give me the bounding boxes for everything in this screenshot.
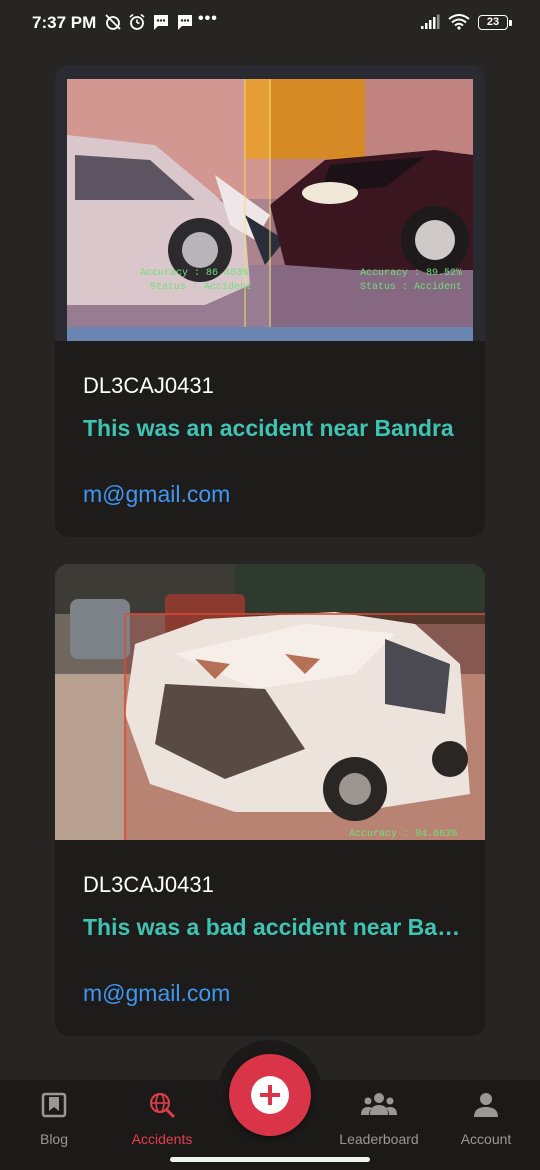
notification-icons: •••	[104, 10, 218, 31]
add-accident-button[interactable]	[229, 1054, 311, 1136]
overlay-accuracy: Accuracy : 94.663%	[349, 829, 457, 840]
accident-card[interactable]: Accuracy : 94.663% DL3CAJ0431 This was a…	[55, 564, 485, 1036]
more-notifications-icon: •••	[198, 10, 218, 27]
overlay-left-status: Status : Accident	[150, 281, 252, 293]
nav-item-account[interactable]: Account	[432, 1080, 540, 1152]
accident-photo: Accuracy : 86.483% Status : Accident Acc…	[55, 65, 485, 341]
alarm-icon	[129, 13, 145, 30]
nav-label: Account	[460, 1131, 512, 1147]
status-bar: 7:37 PM ••• 23	[0, 0, 540, 48]
wifi-icon	[448, 14, 470, 30]
alarm-off-icon	[105, 14, 121, 30]
person-icon	[474, 1093, 498, 1117]
accident-description: This was a bad accident near Bandra	[83, 914, 463, 940]
nav-item-accidents[interactable]: Accidents	[108, 1080, 216, 1152]
system-icons: 23	[420, 14, 512, 30]
overlay-right-accuracy: Accuracy : 89.52%	[360, 268, 462, 279]
group-icon	[361, 1093, 397, 1115]
vehicle-plate: DL3CAJ0431	[83, 872, 214, 897]
battery-icon: 23	[478, 14, 512, 30]
nav-item-leaderboard[interactable]: Leaderboard	[325, 1080, 433, 1152]
nav-item-blog[interactable]: Blog	[0, 1080, 108, 1152]
message-icon	[154, 15, 168, 30]
signal-icon	[421, 14, 440, 29]
globe-search-icon	[150, 1093, 176, 1119]
accident-photo: Accuracy : 94.663%	[55, 564, 485, 840]
reporter-email[interactable]: m@gmail.com	[83, 980, 230, 1007]
bookmark-icon	[41, 1092, 67, 1118]
nav-label: Accidents	[131, 1131, 193, 1147]
battery-level: 23	[486, 15, 500, 28]
overlay-right-status: Status : Accident	[360, 281, 462, 293]
nav-label: Blog	[39, 1131, 69, 1147]
message-icon-2	[178, 15, 192, 30]
overlay-left-accuracy: Accuracy : 86.483%	[140, 268, 248, 279]
vehicle-plate: DL3CAJ0431	[83, 373, 214, 398]
nav-label: Leaderboard	[339, 1131, 419, 1147]
reporter-email[interactable]: m@gmail.com	[83, 481, 230, 508]
accident-card[interactable]: Accuracy : 86.483% Status : Accident Acc…	[55, 65, 485, 537]
status-time: 7:37 PM	[32, 13, 97, 32]
home-gesture-bar[interactable]	[170, 1157, 370, 1162]
accident-description: This was an accident near Bandra	[83, 415, 454, 441]
plus-icon	[251, 1076, 289, 1114]
